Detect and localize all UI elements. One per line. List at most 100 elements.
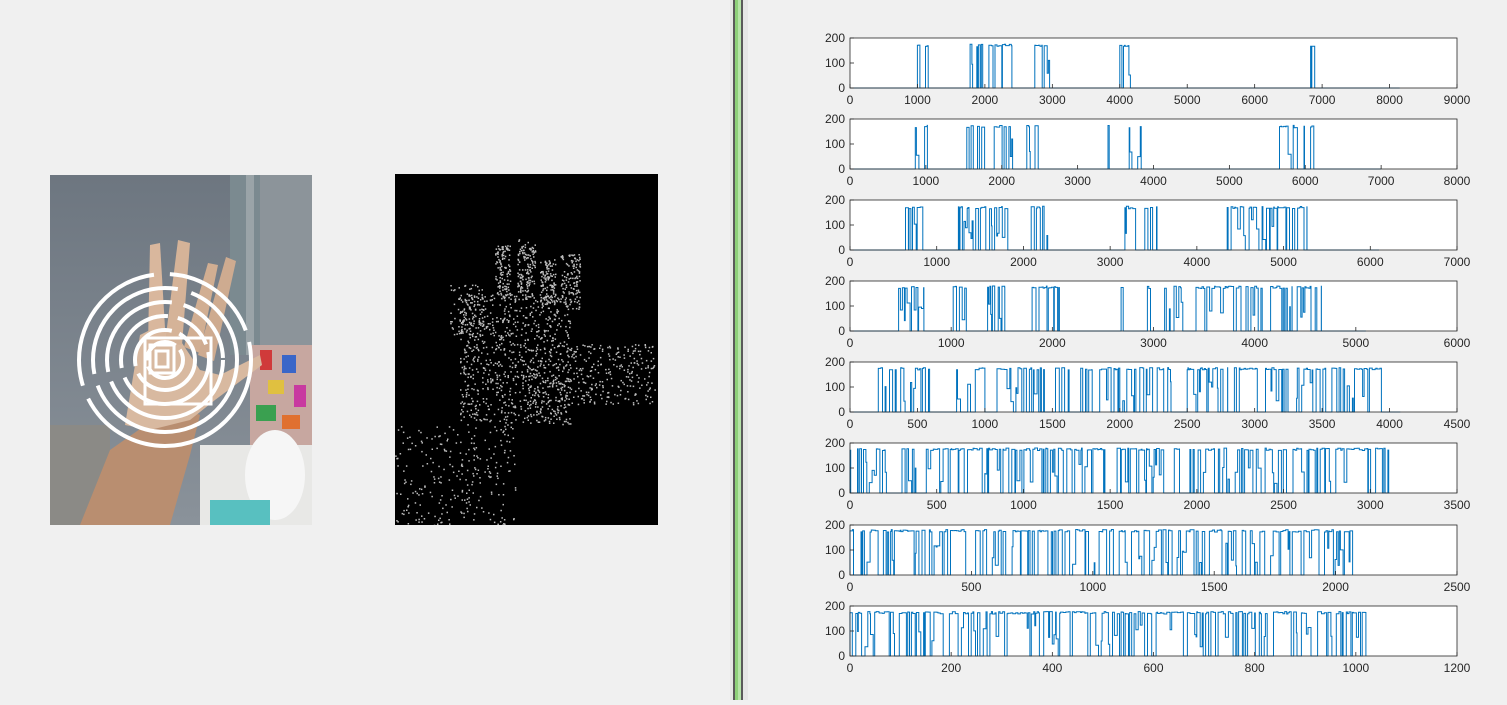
- x-tick-label: 2000: [972, 93, 999, 107]
- y-tick-label: 0: [838, 568, 845, 582]
- y-tick-label: 200: [825, 355, 845, 369]
- subplot-5[interactable]: 0500100015002000250030003500400045000100…: [825, 355, 1471, 431]
- x-tick-label: 3000: [1039, 93, 1066, 107]
- x-tick-label: 1000: [1079, 580, 1106, 594]
- axes-background: [850, 38, 1457, 88]
- x-tick-label: 1000: [923, 255, 950, 269]
- x-tick-label: 4000: [1106, 93, 1133, 107]
- axes-background: [850, 200, 1457, 250]
- x-tick-label: 4000: [1241, 336, 1268, 350]
- x-tick-label: 1500: [1097, 498, 1124, 512]
- axes-background: [850, 362, 1457, 412]
- y-tick-label: 200: [825, 274, 845, 288]
- y-tick-label: 0: [838, 243, 845, 257]
- x-tick-label: 4500: [1444, 417, 1471, 431]
- x-tick-label: 0: [847, 255, 854, 269]
- x-tick-label: 6000: [1357, 255, 1384, 269]
- x-tick-label: 3000: [1140, 336, 1167, 350]
- x-tick-label: 3000: [1357, 498, 1384, 512]
- x-tick-label: 1000: [972, 417, 999, 431]
- subplot-6[interactable]: 05001000150020002500300035000100200: [825, 436, 1471, 512]
- x-tick-label: 3500: [1309, 417, 1336, 431]
- x-tick-label: 1000: [1010, 498, 1037, 512]
- x-tick-label: 600: [1143, 661, 1163, 675]
- y-tick-label: 100: [825, 543, 845, 557]
- x-tick-label: 200: [941, 661, 961, 675]
- x-tick-label: 500: [961, 580, 981, 594]
- subplot-3[interactable]: 0 1000 2000 3000 4000 5000 6000 7000 0 100 200: [825, 193, 1471, 269]
- axes-background: [850, 525, 1457, 575]
- plot-figure-pane: 0100020003000400050006000700080009000010…: [748, 0, 1507, 700]
- x-tick-label: 3000: [1241, 417, 1268, 431]
- subplot-8[interactable]: 0200400600800100012000100200: [825, 599, 1471, 675]
- y-tick-label: 100: [825, 461, 845, 475]
- subplot-1[interactable]: 0100020003000400050006000700080009000010…: [825, 31, 1471, 107]
- x-tick-label: 1500: [1039, 417, 1066, 431]
- hand-binary-mask: [395, 174, 658, 525]
- x-tick-label: 3000: [1064, 174, 1091, 188]
- y-tick-label: 200: [825, 193, 845, 207]
- x-tick-label: 0: [847, 174, 854, 188]
- x-tick-label: 500: [927, 498, 947, 512]
- axes-background: [850, 119, 1457, 169]
- x-tick-label: 9000: [1444, 93, 1471, 107]
- subplot-2[interactable]: 0100020003000400050006000700080000100200: [825, 112, 1471, 188]
- y-tick-label: 100: [825, 624, 845, 638]
- hand-photo: [50, 175, 312, 525]
- x-tick-label: 2000: [1106, 417, 1133, 431]
- x-tick-label: 1000: [904, 93, 931, 107]
- x-tick-label: 1200: [1444, 661, 1471, 675]
- x-tick-label: 6000: [1241, 93, 1268, 107]
- x-tick-label: 2000: [1322, 580, 1349, 594]
- y-tick-label: 100: [825, 56, 845, 70]
- x-tick-label: 6000: [1292, 174, 1319, 188]
- x-tick-label: 800: [1245, 661, 1265, 675]
- x-tick-label: 3500: [1444, 498, 1471, 512]
- x-tick-label: 2000: [1039, 336, 1066, 350]
- subplot-stack: 0100020003000400050006000700080009000010…: [748, 0, 1507, 700]
- y-tick-label: 100: [825, 218, 845, 232]
- x-tick-label: 0: [847, 417, 854, 431]
- x-tick-label: 7000: [1368, 174, 1395, 188]
- y-tick-label: 200: [825, 31, 845, 45]
- pane-splitter[interactable]: [730, 0, 748, 700]
- x-tick-label: 1000: [913, 174, 940, 188]
- x-tick-label: 400: [1042, 661, 1062, 675]
- x-tick-label: 6000: [1444, 336, 1471, 350]
- y-tick-label: 200: [825, 518, 845, 532]
- x-tick-label: 2500: [1444, 580, 1471, 594]
- x-tick-label: 1000: [1342, 661, 1369, 675]
- x-tick-label: 7000: [1444, 255, 1471, 269]
- x-tick-label: 1000: [938, 336, 965, 350]
- x-tick-label: 2000: [988, 174, 1015, 188]
- x-tick-label: 4000: [1184, 255, 1211, 269]
- y-tick-label: 100: [825, 299, 845, 313]
- subplot-7[interactable]: 050010001500200025000100200: [825, 518, 1471, 594]
- image-figure-pane: [0, 0, 730, 700]
- y-tick-label: 100: [825, 137, 845, 151]
- y-tick-label: 200: [825, 599, 845, 613]
- x-tick-label: 0: [847, 336, 854, 350]
- x-tick-label: 5000: [1174, 93, 1201, 107]
- x-tick-label: 500: [907, 417, 927, 431]
- x-tick-label: 2500: [1270, 498, 1297, 512]
- x-tick-label: 2500: [1174, 417, 1201, 431]
- x-tick-label: 4000: [1140, 174, 1167, 188]
- y-tick-label: 200: [825, 436, 845, 450]
- x-tick-label: 2000: [1010, 255, 1037, 269]
- axes-background: [850, 281, 1457, 331]
- x-tick-label: 5000: [1216, 174, 1243, 188]
- x-tick-label: 2000: [1184, 498, 1211, 512]
- subplot-4[interactable]: 01000200030004000500060000100200: [825, 274, 1471, 350]
- x-tick-label: 3000: [1097, 255, 1124, 269]
- x-tick-label: 0: [847, 93, 854, 107]
- x-tick-label: 8000: [1376, 93, 1403, 107]
- x-tick-label: 5000: [1270, 255, 1297, 269]
- y-tick-label: 0: [838, 162, 845, 176]
- x-tick-label: 0: [847, 661, 854, 675]
- y-tick-label: 100: [825, 380, 845, 394]
- y-tick-label: 200: [825, 112, 845, 126]
- y-tick-label: 0: [838, 81, 845, 95]
- x-tick-label: 0: [847, 498, 854, 512]
- y-tick-label: 0: [838, 405, 845, 419]
